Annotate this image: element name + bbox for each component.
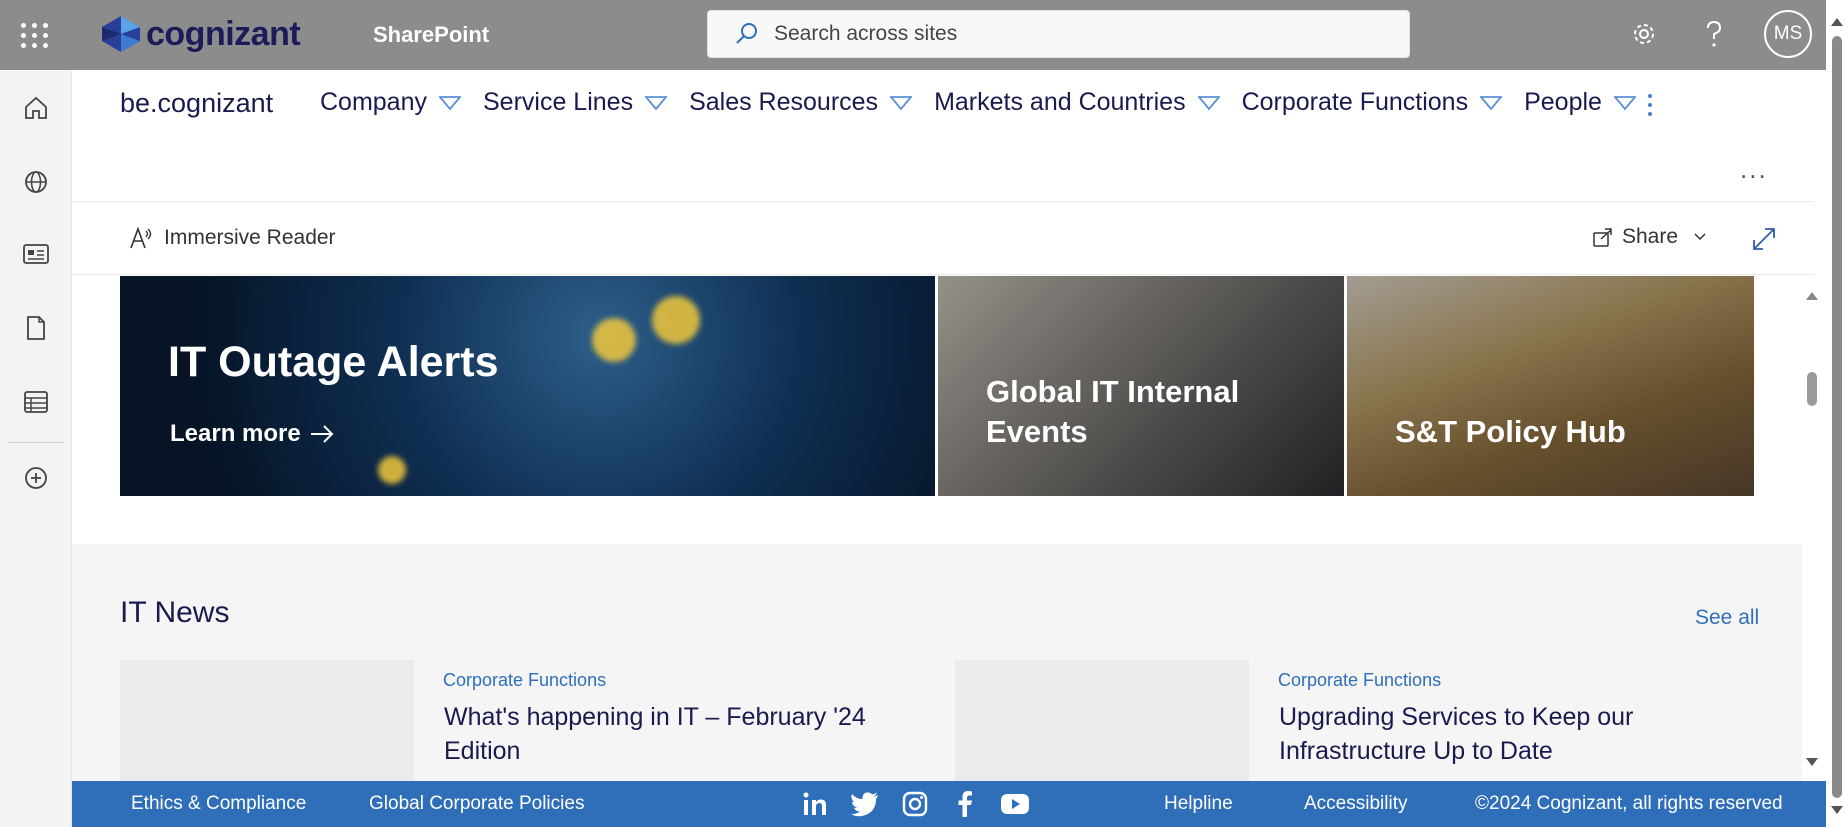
news-category[interactable]: Corporate Functions bbox=[443, 670, 606, 691]
footer-copyright: ©2024 Cognizant, all rights reserved bbox=[1475, 793, 1783, 814]
nav-label: Company bbox=[320, 88, 427, 116]
hero-tile-global-it-events[interactable]: Global IT Internal Events bbox=[938, 276, 1344, 496]
chevron-down-icon bbox=[645, 95, 668, 110]
instagram-icon[interactable] bbox=[900, 789, 930, 819]
nav-item-company[interactable]: Company bbox=[320, 88, 461, 117]
chevron-down-icon bbox=[1694, 233, 1706, 241]
nav-item-people[interactable]: People bbox=[1524, 88, 1636, 117]
app-bar bbox=[0, 70, 72, 827]
expand-icon[interactable] bbox=[1750, 225, 1778, 253]
nav-label: Corporate Functions bbox=[1241, 88, 1469, 116]
nav-overflow-icon[interactable] bbox=[1640, 90, 1660, 120]
news-section: IT News See all Corporate Functions What… bbox=[72, 544, 1802, 781]
page-content: IT Outage Alerts Learn more Global IT In… bbox=[72, 276, 1802, 781]
tile-overlay bbox=[1347, 276, 1754, 496]
site-header: be.cognizant Company Service Lines Sales… bbox=[72, 70, 1814, 202]
hero-tile-it-outage-alerts[interactable]: IT Outage Alerts Learn more bbox=[120, 276, 935, 496]
content-scrollbar[interactable] bbox=[1802, 276, 1822, 781]
globe-icon[interactable] bbox=[18, 164, 54, 200]
more-options-button[interactable]: ... bbox=[1740, 154, 1768, 185]
immersive-reader-icon bbox=[130, 226, 152, 249]
nav-label: Service Lines bbox=[483, 88, 634, 116]
hero-main-title: IT Outage Alerts bbox=[168, 338, 499, 386]
footer-link-accessibility[interactable]: Accessibility bbox=[1304, 793, 1407, 815]
news-headline[interactable]: What's happening in IT – February '24 Ed… bbox=[444, 700, 884, 768]
help-icon[interactable] bbox=[1694, 10, 1734, 58]
cognizant-logo[interactable]: cognizant bbox=[100, 14, 301, 54]
appbar-divider bbox=[8, 442, 64, 443]
chevron-down-icon bbox=[890, 95, 913, 110]
search-input[interactable] bbox=[774, 22, 1374, 46]
linkedin-icon[interactable] bbox=[800, 789, 830, 819]
share-button[interactable]: Share bbox=[1592, 225, 1708, 249]
share-label: Share bbox=[1622, 225, 1679, 248]
news-icon[interactable] bbox=[18, 236, 54, 272]
news-thumbnail bbox=[120, 660, 414, 781]
avatar[interactable]: MS bbox=[1764, 10, 1812, 58]
social-links bbox=[800, 789, 1030, 819]
immersive-reader-label: Immersive Reader bbox=[164, 226, 336, 249]
command-bar: Immersive Reader Share bbox=[72, 203, 1814, 275]
youtube-icon[interactable] bbox=[1000, 789, 1030, 819]
share-icon bbox=[1593, 228, 1612, 247]
nav-item-corporate-functions[interactable]: Corporate Functions bbox=[1242, 88, 1503, 117]
nav-label: People bbox=[1524, 88, 1602, 116]
hero-section: IT Outage Alerts Learn more Global IT In… bbox=[120, 276, 1754, 496]
arrow-right-icon bbox=[310, 425, 334, 443]
site-name[interactable]: be.cognizant bbox=[120, 88, 273, 119]
app-title[interactable]: SharePoint bbox=[373, 22, 489, 48]
facebook-icon[interactable] bbox=[950, 789, 980, 819]
suite-icons: MS bbox=[1624, 10, 1812, 58]
see-all-link[interactable]: See all bbox=[1695, 606, 1759, 630]
add-icon[interactable] bbox=[18, 460, 54, 496]
decorative-light bbox=[592, 318, 636, 362]
suite-bar: cognizant SharePoint Search across sites… bbox=[0, 0, 1848, 70]
news-card[interactable]: Corporate Functions Upgrading Services t… bbox=[955, 660, 1745, 781]
immersive-reader-button[interactable]: Immersive Reader bbox=[128, 225, 336, 251]
nav-item-sales-resources[interactable]: Sales Resources bbox=[689, 88, 913, 117]
chevron-down-icon bbox=[439, 95, 461, 110]
list-icon[interactable] bbox=[18, 384, 54, 420]
waffle-icon[interactable] bbox=[20, 20, 50, 50]
file-icon[interactable] bbox=[18, 310, 54, 346]
news-headline[interactable]: Upgrading Services to Keep our Infrastru… bbox=[1279, 700, 1719, 768]
window-scrollbar[interactable] bbox=[1826, 0, 1848, 827]
top-navigation: Company Service Lines Sales Resources Ma… bbox=[320, 88, 1658, 117]
logo-text: cognizant bbox=[146, 14, 301, 53]
hero-tile-st-policy-hub[interactable]: S&T Policy Hub bbox=[1347, 276, 1754, 496]
nav-label: Sales Resources bbox=[689, 88, 879, 116]
search-icon bbox=[736, 23, 757, 44]
news-card[interactable]: Corporate Functions What's happening in … bbox=[120, 660, 910, 781]
sharepoint-page: cognizant SharePoint Search across sites… bbox=[0, 0, 1848, 827]
home-icon[interactable] bbox=[18, 90, 54, 126]
news-thumbnail bbox=[955, 660, 1249, 781]
hero-tile-title: S&T Policy Hub bbox=[1395, 414, 1626, 449]
hero-tile-title: Global IT Internal Events bbox=[986, 374, 1240, 449]
twitter-icon[interactable] bbox=[850, 789, 880, 819]
site-footer: Ethics & Compliance Global Corporate Pol… bbox=[72, 781, 1826, 827]
chevron-down-icon bbox=[1480, 95, 1503, 110]
news-category[interactable]: Corporate Functions bbox=[1278, 670, 1441, 691]
search-box[interactable] bbox=[707, 10, 1410, 58]
footer-link-helpline[interactable]: Helpline bbox=[1164, 793, 1233, 815]
news-section-title: IT News bbox=[120, 596, 230, 629]
cognizant-logo-mark bbox=[102, 16, 140, 52]
footer-link-policies[interactable]: Global Corporate Policies bbox=[369, 793, 584, 815]
gear-icon[interactable] bbox=[1624, 10, 1664, 58]
decorative-light bbox=[652, 296, 700, 344]
nav-item-markets-and-countries[interactable]: Markets and Countries bbox=[934, 88, 1220, 117]
nav-label: Markets and Countries bbox=[934, 88, 1186, 116]
decorative-light bbox=[378, 456, 406, 484]
chevron-down-icon bbox=[1613, 95, 1636, 110]
nav-item-service-lines[interactable]: Service Lines bbox=[483, 88, 668, 117]
learn-more-link[interactable]: Learn more bbox=[170, 420, 335, 448]
learn-more-label: Learn more bbox=[170, 420, 301, 447]
footer-link-ethics[interactable]: Ethics & Compliance bbox=[131, 793, 306, 815]
chevron-down-icon bbox=[1197, 95, 1220, 110]
